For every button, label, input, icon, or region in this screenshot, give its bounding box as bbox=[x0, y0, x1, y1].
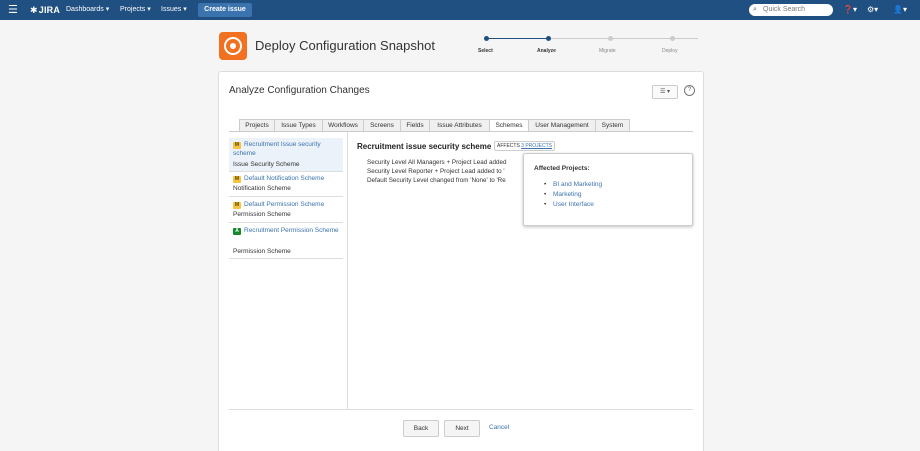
list-divider bbox=[229, 196, 343, 197]
scheme-item-name[interactable]: M Recruitment Issue security scheme bbox=[233, 140, 341, 158]
gear-icon bbox=[224, 37, 242, 55]
scheme-item-name-text: Default Permission Scheme bbox=[244, 201, 325, 208]
app-switcher-icon[interactable]: ☰ bbox=[8, 3, 18, 17]
scheme-list: M Recruitment Issue security scheme Issue… bbox=[229, 132, 348, 410]
step-dot-migrate bbox=[608, 36, 613, 41]
list-divider bbox=[229, 222, 343, 223]
chevron-down-icon: ▾ bbox=[105, 6, 110, 13]
quick-search-input[interactable]: ⌕ Quick Search bbox=[749, 4, 833, 16]
step-label-select: Select bbox=[478, 48, 493, 54]
tab-issue-attributes[interactable]: Issue Attributes bbox=[429, 119, 490, 131]
settings-gear-icon[interactable]: ⚙▾ bbox=[867, 4, 878, 16]
progress-stepper: Select Analyze Migrate Deploy bbox=[470, 33, 710, 59]
tab-projects[interactable]: Projects bbox=[239, 119, 275, 131]
step-label-deploy: Deploy bbox=[662, 48, 678, 54]
jira-logo-text: JIRA bbox=[38, 5, 61, 15]
cancel-link[interactable]: Cancel bbox=[489, 424, 509, 431]
change-item: Default Security Level changed from 'Non… bbox=[367, 176, 537, 185]
tab-user-management[interactable]: User Management bbox=[528, 119, 596, 131]
affects-label: AFFECTS bbox=[497, 143, 520, 149]
change-item: Security Level Reporter + Project Lead a… bbox=[367, 167, 537, 176]
scheme-item-default-permission[interactable]: M Default Permission Scheme Permission Sc… bbox=[229, 198, 343, 224]
card-title: Analyze Configuration Changes bbox=[229, 85, 370, 96]
affected-project-link[interactable]: BI and Marketing bbox=[544, 181, 602, 188]
search-icon: ⌕ bbox=[753, 6, 757, 13]
tab-workflows[interactable]: Workflows bbox=[322, 119, 364, 131]
scheme-item-recruitment-permission[interactable]: A Recruitment Permission Scheme Permissio… bbox=[229, 224, 343, 260]
nav-projects[interactable]: Projects ▾ bbox=[120, 5, 151, 15]
modified-badge: M bbox=[233, 176, 241, 183]
scheme-item-name[interactable]: A Recruitment Permission Scheme bbox=[233, 226, 341, 235]
analyze-card: Analyze Configuration Changes ☰ ▾ ? Proj… bbox=[218, 71, 704, 451]
tab-issue-types[interactable]: Issue Types bbox=[274, 119, 323, 131]
top-navigation-bar: ☰ ✱JIRA Dashboards ▾ Projects ▾ Issues ▾… bbox=[0, 0, 920, 20]
modified-badge: M bbox=[233, 202, 241, 209]
jira-logo[interactable]: ✱JIRA bbox=[30, 4, 60, 16]
deploy-app-icon bbox=[219, 32, 247, 60]
user-avatar-icon[interactable]: 👤▾ bbox=[893, 4, 907, 16]
scheme-item-name-text: Recruitment Permission Scheme bbox=[244, 227, 339, 234]
nav-dashboards-label: Dashboards bbox=[66, 6, 104, 13]
step-connector-done bbox=[486, 38, 548, 39]
scheme-item-name[interactable]: M Default Permission Scheme bbox=[233, 200, 341, 209]
page-title: Deploy Configuration Snapshot bbox=[255, 38, 435, 53]
list-view-icon: ☰ bbox=[659, 89, 666, 95]
create-issue-button[interactable]: Create issue bbox=[198, 3, 252, 17]
affected-project-link[interactable]: Marketing bbox=[544, 191, 581, 198]
scheme-item-recruitment-security[interactable]: M Recruitment Issue security scheme Issue… bbox=[229, 138, 343, 172]
tab-screens[interactable]: Screens bbox=[363, 119, 401, 131]
jira-logo-icon: ✱ bbox=[30, 5, 38, 15]
scheme-item-type: Permission Scheme bbox=[233, 248, 291, 255]
affected-projects-popup: Affected Projects: BI and Marketing Mark… bbox=[523, 153, 693, 226]
scheme-item-name-text: Recruitment Issue security scheme bbox=[233, 141, 321, 157]
back-button[interactable]: Back bbox=[403, 420, 439, 437]
scheme-item-default-notification[interactable]: M Default Notification Scheme Notificatio… bbox=[229, 172, 343, 198]
help-icon[interactable]: ? bbox=[684, 85, 695, 96]
chevron-down-icon: ▾ bbox=[183, 6, 187, 13]
popup-title: Affected Projects: bbox=[534, 165, 590, 172]
help-menu-icon[interactable]: ❓▾ bbox=[843, 4, 857, 16]
scheme-item-name-text: Default Notification Scheme bbox=[244, 175, 325, 182]
step-label-analyze: Analyze bbox=[537, 48, 556, 54]
scheme-detail-title: Recruitment issue security scheme bbox=[357, 142, 492, 151]
scheme-item-type: Notification Scheme bbox=[233, 185, 291, 192]
chevron-down-icon: ▾ bbox=[147, 6, 151, 13]
step-dot-deploy bbox=[670, 36, 675, 41]
scheme-item-type: Issue Security Scheme bbox=[233, 161, 300, 168]
affects-projects-link[interactable]: 3 PROJECTS bbox=[521, 143, 552, 149]
quick-search-placeholder: Quick Search bbox=[763, 6, 806, 13]
nav-projects-label: Projects bbox=[120, 6, 146, 13]
tab-fields[interactable]: Fields bbox=[400, 119, 430, 131]
step-label-migrate: Migrate bbox=[599, 48, 616, 54]
nav-dashboards[interactable]: Dashboards ▾ bbox=[66, 5, 109, 15]
scheme-item-type: Permission Scheme bbox=[233, 211, 291, 218]
modified-badge: M bbox=[233, 142, 241, 149]
change-list: Security Level All Managers + Project Le… bbox=[367, 158, 537, 185]
change-item: Security Level All Managers + Project Le… bbox=[367, 158, 537, 167]
list-divider bbox=[229, 258, 343, 259]
step-dot-analyze bbox=[546, 36, 551, 41]
scheme-item-name[interactable]: M Default Notification Scheme bbox=[233, 174, 341, 183]
step-connector-pending bbox=[548, 38, 698, 39]
step-dot-select bbox=[484, 36, 489, 41]
nav-issues-label: Issues bbox=[161, 6, 182, 13]
tab-system[interactable]: System bbox=[595, 119, 630, 131]
footer-divider bbox=[229, 409, 693, 410]
affects-projects-badge[interactable]: AFFECTS 3 PROJECTS bbox=[494, 141, 556, 151]
nav-issues[interactable]: Issues ▾ bbox=[161, 5, 187, 15]
affected-project-link[interactable]: User Interface bbox=[544, 201, 594, 208]
added-badge: A bbox=[233, 228, 241, 235]
view-options-button[interactable]: ☰ ▾ bbox=[652, 85, 678, 99]
next-button[interactable]: Next bbox=[444, 420, 480, 437]
